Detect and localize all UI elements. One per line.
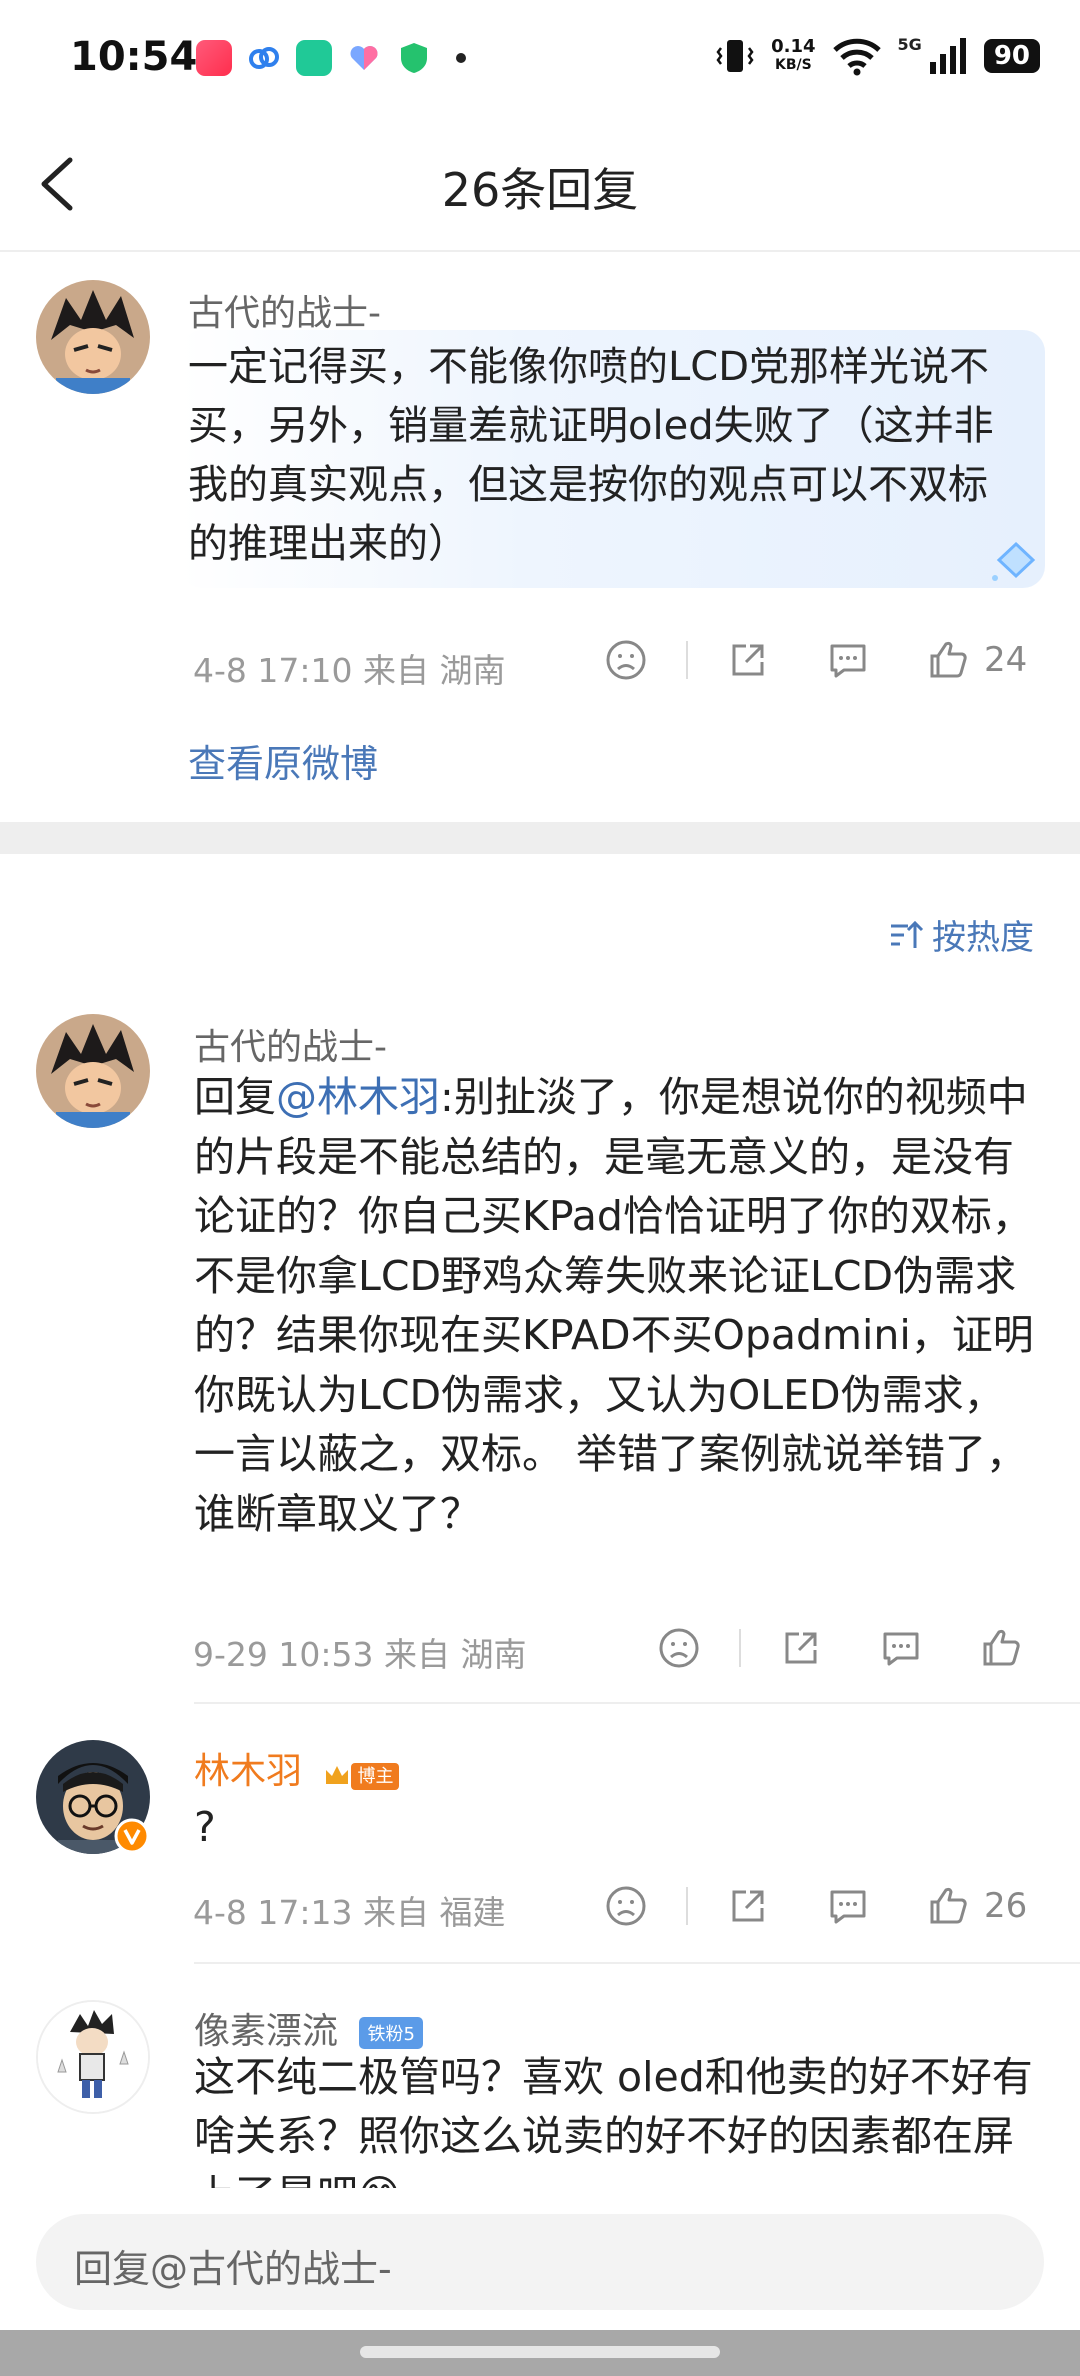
cellular-signal-icon: [929, 38, 966, 74]
sort-label: 按热度: [932, 918, 1034, 958]
sort-icon: [891, 920, 924, 948]
reply-time-location: 9-29 10:53 来自 湖南: [193, 1635, 527, 1674]
network-speed: 0.14 KB/S: [771, 36, 816, 74]
reply-body: :别扯淡了，你是想说你的视频中的片段是不能总结的，是毫无意义的，是没有论证的？你…: [194, 1073, 1034, 1538]
section-divider: [0, 822, 1080, 854]
avatar[interactable]: [36, 280, 150, 394]
app-1111-icon: [196, 40, 232, 76]
gesture-area: [0, 2330, 1080, 2376]
status-bar: 10:54 0.14 KB/S 5G 90: [0, 0, 1080, 120]
comment-text: 一定记得买，不能像你喷的LCD党那样光说不买，另外，销量差就证明oled失败了（…: [188, 344, 994, 567]
page-title: 26条回复: [441, 163, 639, 217]
green-app-icon: [296, 40, 332, 76]
share-icon[interactable]: [726, 638, 770, 682]
iron-fan-badge: 铁粉5: [359, 2017, 423, 2049]
link-app-icon: [249, 47, 279, 69]
action-separator: [739, 1629, 741, 1667]
like-thumb-icon[interactable]: [979, 1626, 1023, 1670]
crown-icon: [326, 1765, 349, 1784]
dislike-face-icon[interactable]: [604, 638, 648, 682]
blogger-badge: 博主: [323, 1753, 400, 1794]
verified-v-icon: [114, 1818, 150, 1854]
reply-prefix: 回复: [194, 1073, 276, 1121]
like-thumb-icon[interactable]: [926, 638, 970, 682]
like-thumb-icon[interactable]: [926, 1884, 970, 1928]
like-count: 24: [984, 640, 1028, 680]
avatar[interactable]: [36, 1014, 150, 1128]
reply-input-placeholder: 回复@古代的战士-: [74, 2247, 392, 2291]
action-separator: [686, 641, 688, 679]
mention-link[interactable]: @林木羽: [276, 1073, 440, 1121]
comment-time-location: 4-8 17:10 来自 湖南: [193, 651, 506, 690]
sort-by-hot-button[interactable]: 按热度: [888, 910, 1034, 959]
vibrate-icon: [716, 40, 754, 72]
reply-input[interactable]: 回复@古代的战士-: [36, 2214, 1044, 2310]
reply-actions: 26: [604, 1884, 1027, 1928]
shield-app-icon: [401, 43, 427, 73]
reply-time-location: 4-8 17:13 来自 福建: [193, 1893, 506, 1932]
reply-text: 这不纯二极管吗？喜欢 oled和他卖的好不好有啥关系？照你这么说卖的好不好的因素…: [194, 2053, 1033, 2188]
status-right: 0.14 KB/S 5G 90: [715, 34, 1040, 76]
reply-actions: [657, 1626, 1023, 1670]
fan-username[interactable]: 像素漂流: [194, 2011, 338, 2052]
share-icon[interactable]: [726, 1884, 770, 1928]
reply-divider: [194, 1702, 1080, 1704]
reply-text: 回复@林木羽:别扯淡了，你是想说你的视频中的片段是不能总结的，是毫无意义的，是没…: [194, 1068, 1044, 1544]
home-indicator[interactable]: [360, 2346, 720, 2358]
dislike-face-icon[interactable]: [604, 1884, 648, 1928]
reply-username: 像素漂流 铁粉5: [194, 2002, 423, 2054]
battery-indicator: 90: [983, 39, 1040, 73]
view-original-post-link[interactable]: 查看原微博: [188, 733, 378, 788]
comment-icon[interactable]: [879, 1626, 923, 1670]
reply-clip-area: 这不纯二极管吗？喜欢 oled和他卖的好不好有啥关系？照你这么说卖的好不好的因素…: [194, 2048, 1054, 2188]
share-icon[interactable]: [779, 1626, 823, 1670]
comment-icon[interactable]: [826, 1884, 870, 1928]
notification-icons: [196, 40, 466, 76]
wifi-icon: [832, 38, 881, 76]
avatar[interactable]: [36, 2000, 150, 2114]
more-notifications-dot: [456, 53, 466, 63]
blogger-username[interactable]: 林木羽: [194, 1751, 302, 1792]
reply-divider: [194, 1962, 1080, 1964]
comment-username[interactable]: 古代的战士-: [188, 284, 381, 336]
comment-actions: 24: [604, 638, 1027, 682]
reply-username[interactable]: 古代的战士-: [194, 1018, 387, 1070]
comment-icon[interactable]: [826, 638, 870, 682]
reply-username: 林木羽 博主: [194, 1742, 400, 1794]
like-count: 26: [984, 1886, 1028, 1926]
top-nav-bar: 26条回复: [0, 120, 1080, 252]
reply-text: ?: [194, 1803, 216, 1851]
heart-app-icon: [350, 46, 378, 70]
action-separator: [686, 1887, 688, 1925]
network-type-label: 5G: [897, 34, 922, 54]
avatar-image-warrior: [36, 1014, 150, 1128]
avatar-image-warrior: [36, 280, 150, 394]
avatar-image-cartoon: [38, 2002, 148, 2112]
status-time: 10:54: [70, 34, 198, 80]
dislike-face-icon[interactable]: [657, 1626, 701, 1670]
